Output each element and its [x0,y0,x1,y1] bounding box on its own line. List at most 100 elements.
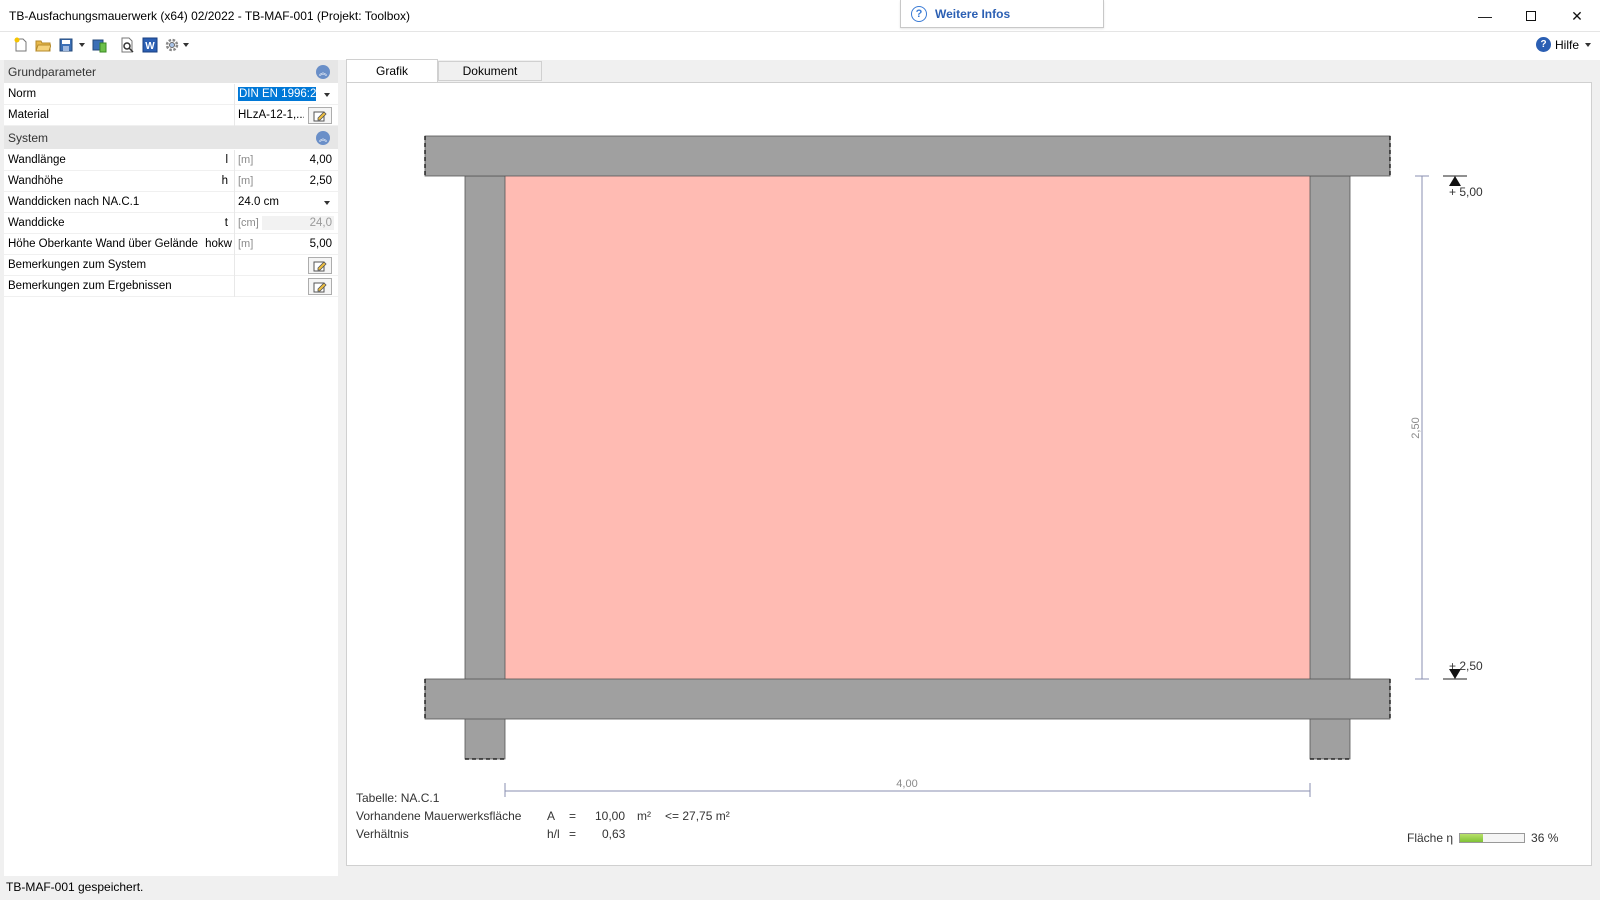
bem-ergebnisse-edit-button[interactable] [308,278,332,295]
wall-drawing: 4,00 2,50 + 5,00 + 2,50 [424,135,1483,797]
material-label: Material [8,109,49,121]
window-title: TB-Ausfachungsmauerwerk (x64) 02/2022 - … [9,9,411,23]
hilfe-dropdown-arrow [1585,42,1592,47]
word-icon[interactable]: W [141,36,159,54]
print-preview-icon[interactable] [118,36,136,54]
level-bottom-label: + 2,50 [1449,659,1483,673]
save-icon[interactable] [57,36,75,54]
tab-dokument[interactable]: Dokument [438,61,542,81]
row-hoehe-oberkante: Höhe Oberkante Wand über Gelände hokw [m… [4,234,338,255]
flaeche-symbol: A [547,809,556,823]
norm-select[interactable]: DIN EN 1996:20 [238,87,316,101]
edit-icon [313,260,327,271]
minimize-icon: — [1478,8,1492,24]
hoehe-oberkante-unit: [m] [238,238,254,250]
wandhoehe-input[interactable]: 2,50 [310,175,332,187]
help-icon: ? [1536,37,1551,52]
wandlaenge-unit: [m] [238,154,254,166]
flaeche-meter-label: Fläche η [1407,831,1454,845]
tab-grafik[interactable]: Grafik [346,59,438,82]
edit-icon [313,110,327,121]
status-bar: TB-MAF-001 gespeichert. [0,876,1600,900]
tabelle-label: Tabelle: NA.C.1 [356,791,440,805]
wanddicken-select[interactable]: 24.0 cm [238,196,279,208]
section-grundparameter[interactable]: Grundparameter ︽ [4,60,338,84]
maximize-icon [1526,11,1536,21]
left-column [464,175,506,760]
bem-system-edit-button[interactable] [308,257,332,274]
verhaeltnis-label: Verhältnis [356,827,409,841]
masonry-infill [505,176,1310,679]
hilfe-menu[interactable]: ? Hilfe [1536,37,1592,52]
material-value: HLzA-12-1,... [238,109,304,121]
verhaeltnis-symbol: h/l [547,827,560,841]
save-dropdown-arrow[interactable] [79,43,85,47]
level-top-label: + 5,00 [1449,185,1483,199]
row-wanddicken: Wanddicken nach NA.C.1 24.0 cm [4,192,338,213]
flaeche-label: Vorhandene Mauerwerksfläche [356,809,522,823]
chevron-down-icon[interactable] [324,201,330,205]
weitere-infos-button[interactable]: ? Weitere Infos [900,0,1104,28]
row-bem-ergebnisse: Bemerkungen zum Ergebnissen [4,276,338,297]
title-bar: TB-Ausfachungsmauerwerk (x64) 02/2022 - … [0,0,1600,32]
flaeche-progress-bar [1459,833,1526,843]
top-beam [424,135,1391,177]
verhaeltnis-equals: = [569,827,577,841]
flaeche-unit: m² [637,809,651,823]
row-norm: Norm DIN EN 1996:20 [4,84,338,105]
export-icon[interactable] [90,36,108,54]
flaeche-equals: = [569,809,577,823]
new-file-icon[interactable] [12,36,30,54]
bem-system-label: Bemerkungen zum System [8,259,147,271]
wandhoehe-unit: [m] [238,175,254,187]
question-icon: ? [911,5,927,22]
open-folder-icon[interactable] [34,36,52,54]
flaeche-value: 10,00 [595,809,626,823]
width-dimension-label: 4,00 [896,778,917,790]
close-icon: ✕ [1571,7,1583,24]
weitere-infos-label: Weitere Infos [935,6,1011,21]
bem-ergebnisse-label: Bemerkungen zum Ergebnissen [8,280,172,292]
wandlaenge-label: Wandlänge [8,154,66,166]
row-wanddicke: Wanddicke t [cm] 24,0 [4,213,338,234]
wanddicke-unit: [cm] [238,217,259,229]
right-column [1309,175,1351,760]
maximize-button[interactable] [1508,0,1554,32]
word-glyph: W [145,41,155,52]
row-wandhoehe: Wandhöhe h [m] 2,50 [4,171,338,192]
chevron-down-icon[interactable] [324,93,330,97]
settings-dropdown-arrow[interactable] [183,43,189,47]
hoehe-oberkante-input[interactable]: 5,00 [310,238,332,250]
status-text: TB-MAF-001 gespeichert. [6,880,144,894]
edit-icon [313,281,327,292]
close-button[interactable]: ✕ [1554,0,1600,32]
wanddicke-label: Wanddicke [8,217,65,229]
hoehe-oberkante-symbol: hokw [205,238,232,250]
collapse-icon[interactable]: ︽ [316,131,330,145]
wandlaenge-input[interactable]: 4,00 [310,154,332,166]
settings-icon[interactable] [163,36,181,54]
section-system-title: System [8,130,49,145]
hoehe-oberkante-label: Höhe Oberkante Wand über Gelände [8,238,199,250]
verhaeltnis-value: 0,63 [602,827,626,841]
section-grundparameter-title: Grundparameter [8,64,97,79]
wandhoehe-symbol: h [221,175,228,187]
section-system[interactable]: System ︽ [4,126,338,150]
wandlaenge-symbol: l [225,154,228,166]
minimize-button[interactable]: — [1462,0,1508,32]
collapse-icon[interactable]: ︽ [316,65,330,79]
row-bem-system: Bemerkungen zum System [4,255,338,276]
property-panel: Grundparameter ︽ Norm DIN EN 1996:20 Mat… [4,60,338,876]
flaeche-meter: Fläche η 36 % [1407,831,1558,845]
drawing-canvas: 4,00 2,50 + 5,00 + 2,50 Tabelle: NA.C.1 … [346,82,1592,866]
toolbar: W ? Hilfe [0,32,1600,60]
row-wandlaenge: Wandlänge l [m] 4,00 [4,150,338,171]
height-dimension-label: 2,50 [1410,417,1422,438]
material-edit-button[interactable] [308,107,332,124]
wanddicke-symbol: t [224,217,228,229]
wandhoehe-label: Wandhöhe [8,175,64,187]
row-material: Material HLzA-12-1,... [4,105,338,126]
wanddicken-label: Wanddicken nach NA.C.1 [8,196,140,208]
norm-label: Norm [8,88,37,100]
flaeche-meter-percent: 36 % [1531,831,1559,845]
